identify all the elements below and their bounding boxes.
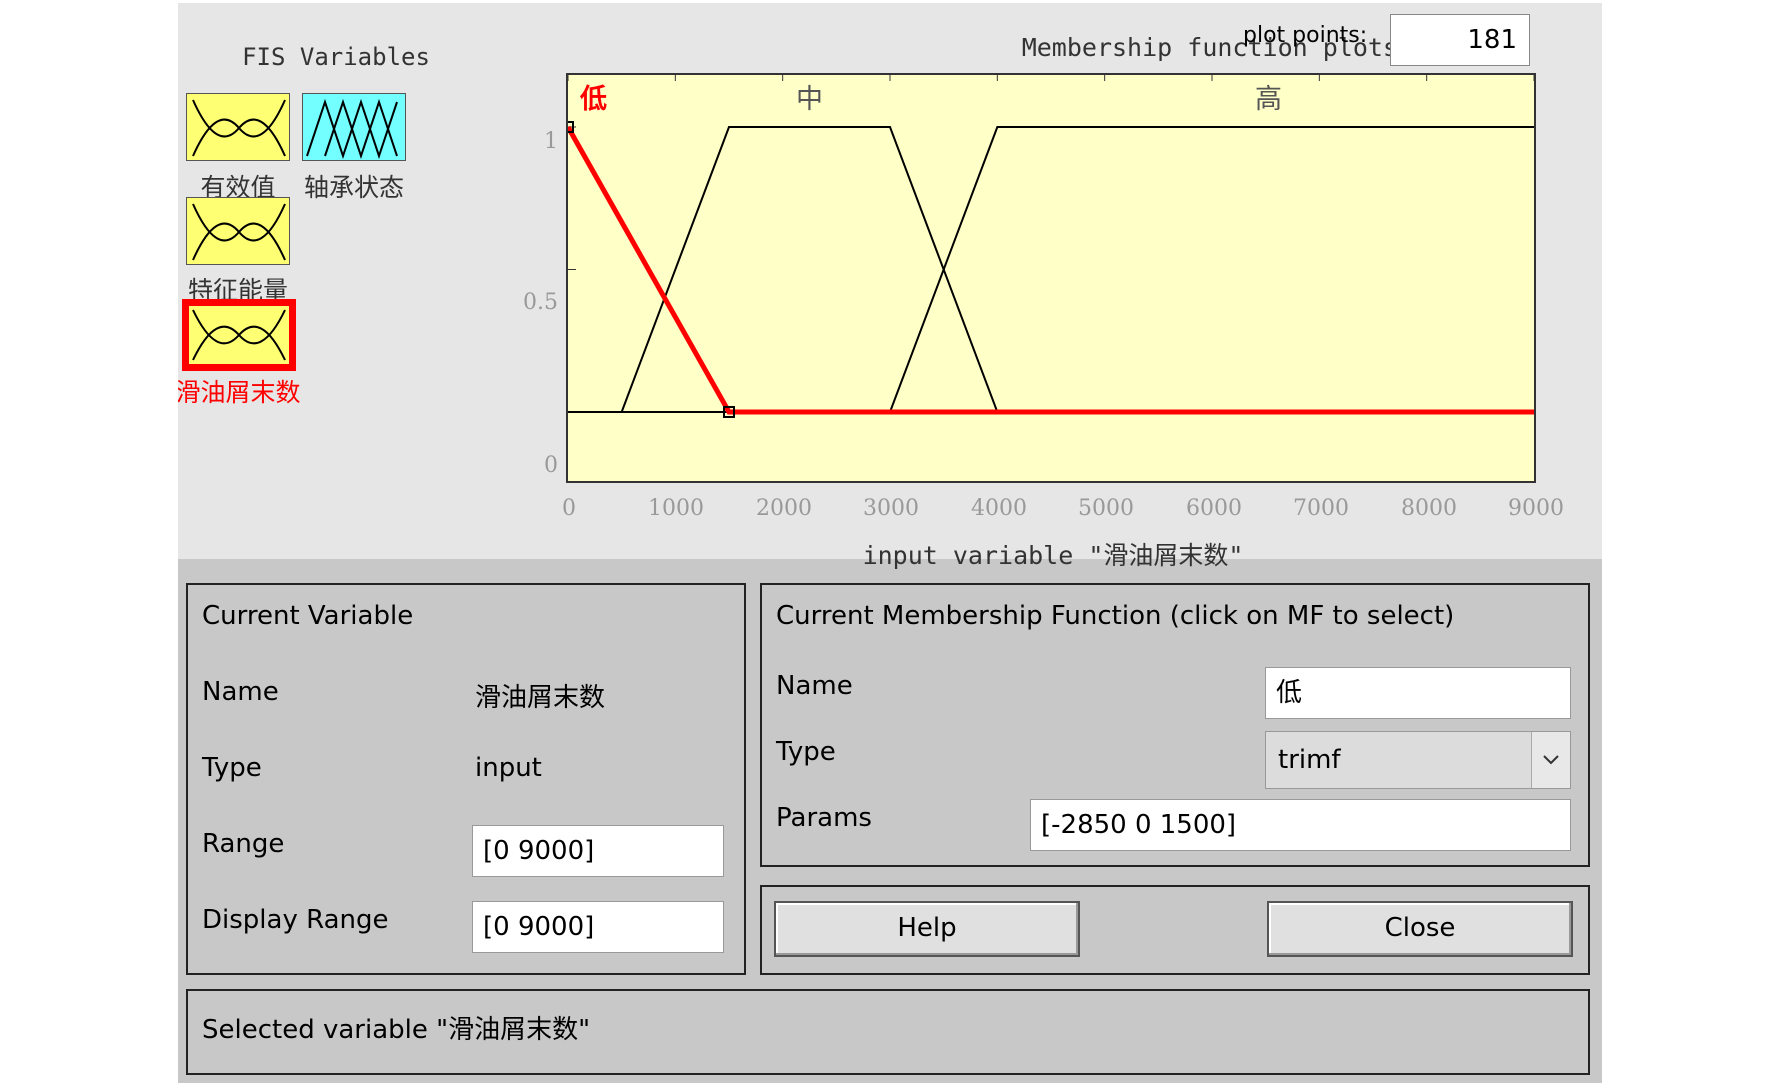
mf-type-value: trimf — [1278, 745, 1341, 775]
x-tick-label: 9000 — [1508, 496, 1564, 521]
fis-variable-huayouxiemoshu[interactable] — [182, 299, 296, 371]
x-tick-label: 5000 — [1078, 496, 1134, 521]
x-tick-label: 6000 — [1186, 496, 1242, 521]
membership-function-editor-window: FIS Variables 有效值 轴承状态 特征能量 滑油屑末数 Member… — [178, 3, 1602, 1083]
display-range-label: Display Range — [202, 905, 389, 935]
x-tick-label: 8000 — [1401, 496, 1457, 521]
status-bar: Selected variable "滑油屑末数" — [186, 989, 1590, 1075]
x-tick-label: 1000 — [648, 496, 704, 521]
x-tick-label: 3000 — [863, 496, 919, 521]
range-label: Range — [202, 829, 285, 859]
buttons-panel: Help Close — [760, 885, 1590, 975]
x-tick-label: 4000 — [971, 496, 1027, 521]
close-button[interactable]: Close — [1267, 901, 1573, 957]
chevron-down-icon[interactable] — [1531, 732, 1570, 788]
plot-area: FIS Variables 有效值 轴承状态 特征能量 滑油屑末数 Member… — [178, 3, 1602, 570]
membership-function-plot[interactable] — [566, 73, 1536, 483]
type-label: Type — [202, 753, 262, 783]
current-mf-title: Current Membership Function (click on MF… — [776, 601, 1455, 631]
mf-plot-svg — [568, 75, 1534, 418]
x-axis-label: input variable "滑油屑末数" — [862, 541, 1244, 570]
params-input[interactable]: [-2850 0 1500] — [1030, 799, 1571, 851]
range-input[interactable]: [0 9000] — [472, 825, 724, 877]
mf-name-input[interactable]: 低 — [1265, 667, 1571, 719]
mf-icon — [306, 98, 398, 160]
plot-points-label: plot points: — [1243, 23, 1368, 48]
status-text: Selected variable "滑油屑末数" — [202, 1015, 591, 1045]
y-tick-label: 0.5 — [523, 290, 558, 315]
params-label: Params — [776, 803, 872, 833]
mf-name-label: Name — [776, 671, 853, 701]
plot-points-input[interactable]: 181 — [1390, 14, 1530, 66]
variable-type-value: input — [475, 753, 542, 783]
x-tick-label: 7000 — [1293, 496, 1349, 521]
mf-icon — [192, 203, 286, 261]
y-tick-label: 0 — [544, 453, 558, 478]
y-tick-label: 1 — [544, 129, 558, 154]
name-label: Name — [202, 677, 279, 707]
x-tick-label: 2000 — [756, 496, 812, 521]
display-range-input[interactable]: [0 9000] — [472, 901, 724, 953]
fis-variable-youxiaozhi[interactable] — [186, 93, 290, 161]
mf-label-low[interactable]: 低 — [580, 77, 607, 116]
fis-variable-tezhengnengliang[interactable] — [186, 197, 290, 265]
variable-name-value: 滑油屑末数 — [475, 683, 606, 713]
fis-variable-label-selected: 滑油屑末数 — [178, 378, 301, 407]
mf-label-mid[interactable]: 中 — [796, 77, 823, 116]
x-tick-label: 0 — [562, 496, 576, 521]
mf-type-select[interactable]: trimf — [1265, 731, 1571, 789]
mf-icon — [192, 309, 286, 361]
current-mf-panel: Current Membership Function (click on MF… — [760, 583, 1590, 867]
mf-curve-1[interactable] — [568, 126, 1534, 413]
fis-variable-zhouchengzhuangtai[interactable] — [302, 93, 406, 161]
fis-variables-title: FIS Variables — [242, 43, 430, 71]
current-variable-panel: Current Variable Name 滑油屑末数 Type input R… — [186, 583, 746, 975]
mf-label-high[interactable]: 高 — [1255, 77, 1282, 116]
mf-icon — [192, 99, 286, 157]
mf-type-label: Type — [776, 737, 836, 767]
current-variable-title: Current Variable — [202, 601, 414, 631]
help-button[interactable]: Help — [774, 901, 1080, 957]
fis-variable-label: 轴承状态 — [303, 173, 404, 202]
